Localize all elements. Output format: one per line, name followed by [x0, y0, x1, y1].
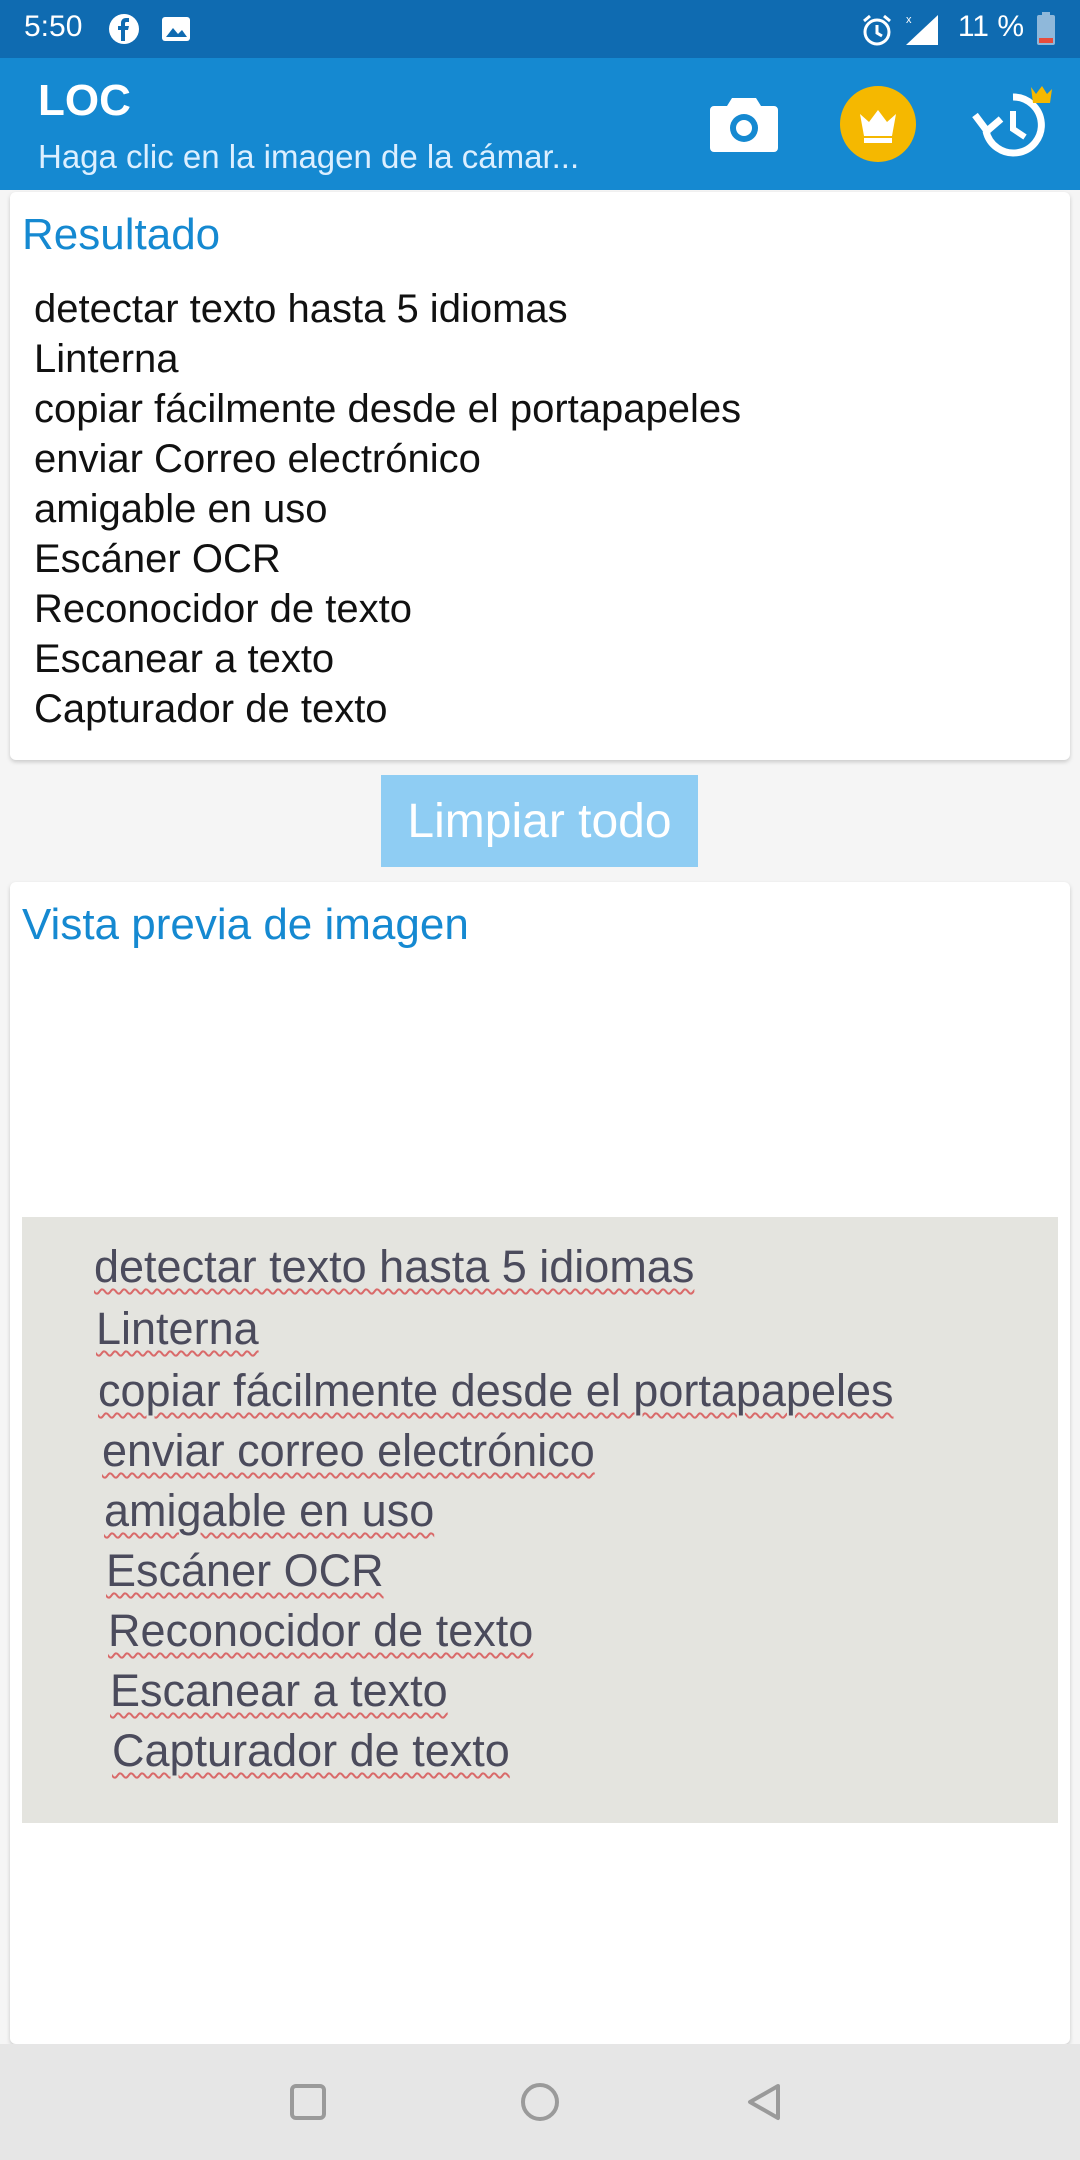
result-line: detectar texto hasta 5 idiomas	[34, 287, 568, 331]
result-line: amigable en uso	[34, 487, 328, 531]
back-icon[interactable]	[736, 2074, 792, 2130]
result-line: copiar fácilmente desde el portapapeles	[34, 387, 742, 431]
recents-icon[interactable]	[280, 2074, 336, 2130]
premium-crown-button[interactable]	[832, 78, 924, 170]
history-icon[interactable]	[966, 78, 1058, 170]
app-subtitle: Haga clic en la imagen de la cámar...	[38, 138, 580, 175]
camera-icon[interactable]	[698, 78, 790, 170]
preview-card: Vista previa de imagen detectar texto ha…	[10, 882, 1070, 2044]
clear-all-button[interactable]: Limpiar todo	[381, 775, 698, 867]
image-icon	[160, 13, 192, 50]
result-heading: Resultado	[22, 210, 221, 259]
result-line: enviar Correo electrónico	[34, 437, 481, 481]
preview-heading: Vista previa de imagen	[22, 900, 469, 949]
preview-image-line: amigable en uso	[104, 1485, 435, 1536]
result-line: Reconocidor de texto	[34, 587, 413, 631]
battery-level: 11 %	[957, 10, 1024, 43]
preview-image-line: Escanear a texto	[110, 1665, 448, 1716]
result-line: Linterna	[34, 337, 179, 381]
status-bar: 5:50 x 11 %	[0, 0, 1080, 58]
navigation-bar	[0, 2044, 1080, 2160]
preview-image-line: detectar texto hasta 5 idiomas	[94, 1241, 695, 1292]
signal-icon: x	[904, 13, 942, 52]
preview-image-line: enviar correo electrónico	[102, 1425, 595, 1476]
preview-image-line: Reconocidor de texto	[108, 1605, 534, 1656]
alarm-icon	[860, 13, 894, 52]
app-title: LOC	[38, 76, 131, 125]
preview-image-line: copiar fácilmente desde el portapapeles	[98, 1365, 894, 1416]
facebook-icon	[108, 13, 140, 50]
preview-image-line: Capturador de texto	[112, 1725, 510, 1776]
svg-text:x: x	[906, 14, 912, 26]
preview-image-line: Linterna	[96, 1303, 259, 1354]
result-line: Capturador de texto	[34, 687, 388, 731]
app-bar: LOC Haga clic en la imagen de la cámar..…	[0, 58, 1080, 190]
preview-image: detectar texto hasta 5 idiomas Linterna …	[22, 1217, 1058, 1823]
preview-image-line: Escáner OCR	[106, 1545, 384, 1596]
result-text[interactable]: detectar texto hasta 5 idiomas Linterna …	[34, 284, 741, 734]
status-time: 5:50	[24, 10, 83, 43]
result-line: Escáner OCR	[34, 537, 281, 581]
home-icon[interactable]	[512, 2074, 568, 2130]
result-line: Escanear a texto	[34, 637, 335, 681]
battery-icon	[1036, 12, 1056, 51]
result-card: Resultado detectar texto hasta 5 idiomas…	[10, 192, 1070, 760]
